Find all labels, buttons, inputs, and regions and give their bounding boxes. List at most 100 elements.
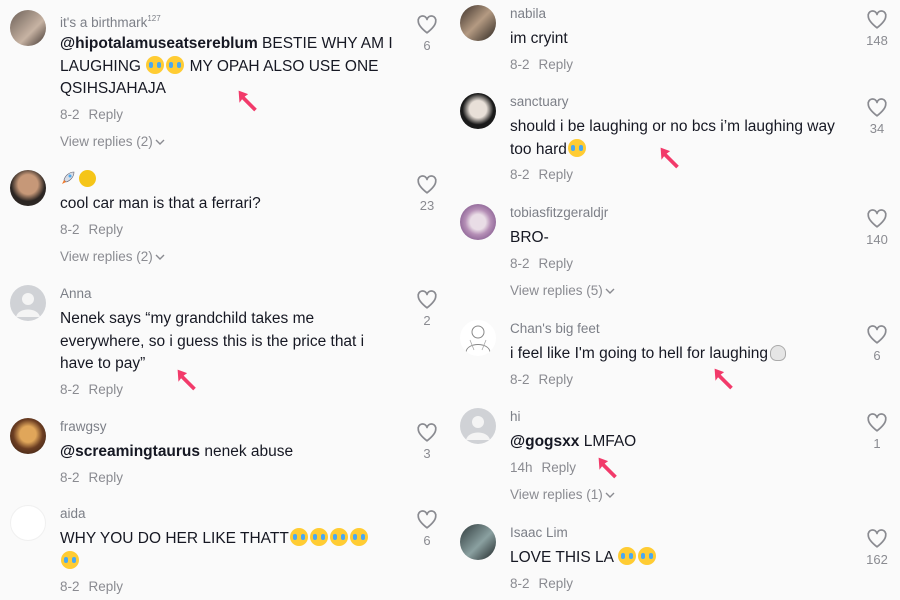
like-count: 3 — [423, 446, 431, 461]
comment-meta: 8-2 Reply — [60, 578, 400, 596]
like-control[interactable]: 3 — [412, 422, 442, 461]
comment-text: @screamingtaurus nenek abuse — [60, 441, 400, 464]
comment-username[interactable]: tobiasfitzgeraldjr — [510, 204, 850, 222]
like-control[interactable]: 2 — [412, 289, 442, 328]
like-control[interactable]: 23 — [412, 174, 442, 213]
like-control[interactable]: 34 — [862, 97, 892, 136]
heart-icon[interactable] — [416, 174, 438, 196]
comment-date: 8-2 — [60, 579, 80, 594]
pink-arrow-annotation — [596, 455, 622, 481]
heart-icon[interactable] — [866, 324, 888, 346]
view-replies-button[interactable]: View replies (1) — [510, 486, 850, 504]
avatar[interactable] — [460, 524, 496, 560]
comment-date: 8-2 — [510, 255, 530, 271]
comment-username[interactable] — [60, 170, 400, 188]
heart-icon[interactable] — [866, 97, 888, 119]
like-count: 140 — [866, 232, 888, 247]
comment-date: 8-2 — [60, 221, 80, 237]
reply-button[interactable]: Reply — [89, 579, 124, 594]
comment-username[interactable]: frawgsy — [60, 418, 400, 436]
avatar[interactable] — [10, 170, 46, 206]
like-control[interactable]: 6 — [412, 509, 442, 548]
chevron-down-icon — [155, 139, 165, 145]
comment-text: WHY YOU DO HER LIKE THATT — [60, 528, 400, 573]
avatar[interactable] — [460, 408, 496, 444]
like-count: 6 — [423, 533, 431, 548]
view-replies-label: View replies (1) — [510, 486, 603, 502]
reply-button[interactable]: Reply — [539, 256, 574, 271]
comment-date: 14h — [510, 459, 533, 475]
comment-text: LOVE THIS LA — [510, 547, 850, 570]
loudly-crying-emoji — [349, 528, 368, 546]
like-control[interactable]: 140 — [862, 208, 892, 247]
comment-meta: 14h Reply — [510, 459, 850, 477]
reply-button[interactable]: Reply — [539, 57, 574, 72]
mention[interactable]: @screamingtaurus — [60, 443, 200, 460]
avatar[interactable] — [460, 93, 496, 129]
mention[interactable]: @gogsxx — [510, 433, 579, 450]
comment-date: 8-2 — [60, 469, 80, 485]
default-avatar-icon — [16, 293, 40, 317]
comment-username[interactable]: Anna — [60, 285, 400, 303]
pink-arrow-annotation — [175, 367, 201, 393]
reply-button[interactable]: Reply — [542, 460, 577, 475]
avatar[interactable] — [460, 204, 496, 240]
comment-username[interactable]: Chan's big feet — [510, 320, 850, 338]
avatar[interactable] — [10, 10, 46, 46]
heart-icon[interactable] — [416, 509, 438, 531]
avatar[interactable] — [10, 285, 46, 321]
comment-text: @hipotalamuseatsereblum BESTIE WHY AM I … — [60, 33, 400, 101]
right-comment-column: nabila im cryint 8-2 Reply 148 sanctuary … — [450, 0, 900, 600]
heart-icon[interactable] — [416, 14, 438, 36]
comment-username[interactable]: Isaac Lim — [510, 524, 850, 542]
heart-icon[interactable] — [866, 208, 888, 230]
loudly-crying-emoji — [146, 55, 165, 74]
comment-meta: 8-2 Reply — [510, 371, 850, 389]
heart-icon[interactable] — [866, 9, 888, 31]
chevron-down-icon — [605, 492, 615, 498]
heart-icon[interactable] — [416, 422, 438, 444]
heart-icon[interactable] — [866, 528, 888, 550]
like-control[interactable]: 6 — [862, 324, 892, 363]
view-replies-button[interactable]: View replies (5) — [510, 282, 850, 300]
view-replies-label: View replies (5) — [510, 282, 603, 298]
left-comment-column: it's a birthmark127 @hipotalamuseatsereb… — [0, 0, 450, 600]
username-text: it's a birthmark — [60, 15, 148, 30]
skull-emoji — [770, 345, 786, 361]
heart-icon[interactable] — [416, 289, 438, 311]
comment-text: BRO- — [510, 229, 549, 246]
like-control[interactable]: 1 — [862, 412, 892, 451]
view-replies-button[interactable]: View replies (2) — [60, 248, 400, 266]
loudly-crying-emoji — [61, 550, 79, 569]
reply-button[interactable]: Reply — [89, 107, 124, 122]
comment-meta: 8-2 Reply — [60, 381, 400, 399]
view-replies-button[interactable]: View replies (2) — [60, 133, 400, 151]
like-count: 23 — [419, 198, 435, 213]
comment-username[interactable]: hi — [510, 408, 850, 426]
like-control[interactable]: 162 — [862, 528, 892, 567]
like-control[interactable]: 148 — [862, 9, 892, 48]
comment-username[interactable]: sanctuary — [510, 93, 850, 111]
reply-button[interactable]: Reply — [539, 372, 574, 387]
default-avatar-icon — [466, 416, 490, 440]
mention[interactable]: @hipotalamuseatsereblum — [60, 35, 258, 52]
reply-button[interactable]: Reply — [539, 167, 574, 182]
loudly-crying-emoji — [638, 547, 657, 565]
comment-username[interactable]: aida — [60, 505, 400, 523]
comment-username[interactable]: nabila — [510, 5, 850, 23]
avatar[interactable] — [10, 505, 46, 541]
loudly-crying-emoji — [329, 528, 348, 546]
heart-icon[interactable] — [866, 412, 888, 434]
reply-button[interactable]: Reply — [89, 382, 124, 397]
avatar[interactable] — [460, 5, 496, 41]
reply-button[interactable]: Reply — [539, 576, 574, 591]
avatar[interactable] — [10, 418, 46, 454]
like-count: 6 — [423, 38, 431, 53]
reply-button[interactable]: Reply — [89, 222, 124, 237]
comment-username[interactable]: it's a birthmark127 — [60, 10, 400, 30]
avatar[interactable] — [460, 320, 496, 356]
comment-text-part: i feel like I'm going to hell for laughi… — [510, 345, 768, 362]
reply-button[interactable]: Reply — [89, 470, 124, 485]
like-control[interactable]: 6 — [412, 14, 442, 53]
sketch-avatar-icon — [465, 325, 491, 353]
